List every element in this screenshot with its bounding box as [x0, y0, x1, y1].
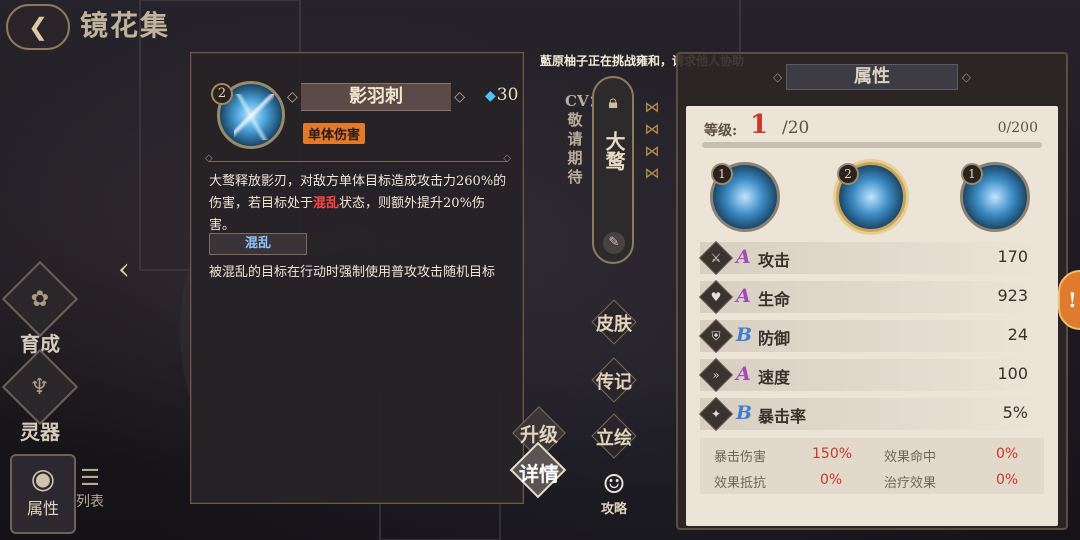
attributes-content: 等级: 1 /20 0/200 1 2 1 ⚔ A 攻击 170 ♥ A 生命 … — [686, 106, 1058, 526]
stat-name: 防御 — [758, 329, 791, 348]
sub-stat-name: 效果抵抗 — [714, 476, 767, 491]
stat-grade: B — [736, 402, 753, 424]
skill-slot-level: 1 — [961, 163, 983, 185]
status-effect-tag: 混乱 — [209, 233, 307, 255]
stat-grade: A — [736, 246, 751, 268]
skill-type-tag: 单体伤害 — [303, 123, 366, 144]
sub-stat-name: 效果命中 — [884, 450, 937, 465]
gem-icon: ◆ — [485, 88, 496, 104]
nav-label-attributes: 属性 — [26, 499, 59, 518]
sub-stat-value: 150% — [812, 446, 853, 462]
illustration-button[interactable]: 立绘 — [591, 413, 637, 459]
biography-label: 传记 — [596, 372, 632, 393]
side-event-icon[interactable]: ! — [1058, 270, 1080, 330]
stat-value: 24 — [1007, 325, 1028, 344]
list-button[interactable]: ☰ 列表 — [70, 466, 110, 526]
crit-icon: ✦ — [699, 397, 733, 431]
skill-desc-highlight: 混乱 — [313, 196, 340, 211]
brush-icon[interactable]: ✎ — [603, 232, 625, 254]
prev-character-arrow[interactable]: ‹ — [118, 252, 130, 287]
illustration-label: 立绘 — [596, 428, 632, 449]
page-title: 镜花集 — [80, 9, 171, 42]
popup-divider — [205, 153, 511, 164]
stat-grade: B — [736, 324, 753, 346]
stat-grade: A — [736, 363, 751, 385]
stat-row-defense: ⛨ B 防御 24 — [699, 319, 1044, 353]
skill-detail-popup: 2 影羽刺 ◆30 单体伤害 大鹜释放影刃，对敌方单体目标造成攻击力260%的伤… — [190, 52, 524, 504]
stat-value: 100 — [997, 364, 1028, 383]
stat-value: 170 — [997, 247, 1028, 266]
skin-button[interactable]: 皮肤 — [591, 299, 637, 345]
stat-row-crit-rate: ✦ B 暴击率 5% — [699, 397, 1044, 431]
level-max: /20 — [782, 118, 810, 138]
skill-cost: ◆30 — [485, 85, 518, 105]
shield-icon: ⛨ — [699, 319, 733, 353]
attributes-header: 属性 — [773, 64, 971, 90]
detail-label: 详情 — [519, 462, 559, 486]
exp-value: 0/200 — [997, 120, 1038, 136]
mascot-icon: ☺ — [602, 470, 626, 500]
list-icon: ☰ — [80, 466, 100, 491]
stat-row-hp: ♥ A 生命 923 — [699, 280, 1044, 314]
skill-description: 大鹜释放影刃，对敌方单体目标造成攻击力260%的伤害，若目标处于混乱状态，则额外… — [209, 171, 509, 237]
skill-slot-3[interactable]: 1 — [960, 162, 1030, 232]
stat-value: 5% — [1002, 403, 1028, 422]
guide-label: 攻略 — [600, 502, 627, 517]
sub-stats: 暴击伤害 150% 效果命中 0% 效果抵抗 0% 治疗效果 0% — [700, 438, 1044, 494]
character-name: 大鹜 — [602, 131, 626, 171]
sub-stat-value: 0% — [996, 472, 1019, 488]
eye-icon: ◉ — [30, 462, 56, 495]
level-label: 等级: — [704, 123, 738, 139]
stat-row-attack: ⚔ A 攻击 170 — [699, 241, 1044, 275]
cv-text: CV：敬请期待 — [565, 92, 604, 186]
sub-stat-value: 0% — [820, 472, 843, 488]
character-name-panel: 🔒︎ 大鹜 ✎ — [592, 76, 634, 264]
back-button[interactable]: ❮ — [6, 4, 70, 50]
speed-icon: » — [699, 358, 733, 392]
status-effect-description: 被混乱的目标在行动时强制使用普攻攻击随机目标 — [209, 265, 496, 280]
stat-grade: A — [736, 285, 751, 307]
stat-name: 生命 — [758, 290, 791, 309]
skill-cost-value: 30 — [496, 85, 519, 105]
skill-name: 影羽刺 — [287, 83, 465, 111]
stat-name: 攻击 — [758, 251, 791, 270]
exp-bar — [702, 142, 1042, 148]
attack-icon: ⚔ — [699, 241, 733, 275]
stat-row-speed: » A 速度 100 — [699, 358, 1044, 392]
skill-level-badge: 2 — [211, 83, 233, 105]
guide-button[interactable]: ☺ 攻略 — [594, 470, 634, 517]
relic-icon: ♆ — [1, 348, 79, 426]
sub-stat-value: 0% — [996, 446, 1019, 462]
skill-slot-2[interactable]: 2 — [836, 162, 906, 232]
stat-value: 923 — [997, 286, 1028, 305]
heart-icon: ♥ — [699, 280, 733, 314]
stat-name: 暴击率 — [758, 407, 807, 426]
nav-item-relic[interactable]: ♆ 灵器 — [1, 348, 79, 444]
list-label: 列表 — [76, 494, 104, 510]
lock-icon[interactable]: 🔒︎ — [594, 92, 632, 113]
flower-icon: ✿ — [1, 260, 79, 338]
nav-item-attributes[interactable]: ◉ 属性 — [10, 454, 76, 534]
biography-button[interactable]: 传记 — [591, 357, 637, 403]
attributes-panel: 属性 等级: 1 /20 0/200 1 2 1 ⚔ A 攻击 170 ♥ A … — [676, 52, 1068, 530]
skill-slot-level: 1 — [711, 163, 733, 185]
butterfly-decoration-icon: ⋈ ⋈ ⋈ ⋈ — [644, 98, 660, 182]
detail-button[interactable]: 详情 — [509, 441, 568, 499]
sub-stat-name: 治疗效果 — [884, 476, 937, 491]
sub-stat-name: 暴击伤害 — [714, 450, 767, 465]
skin-label: 皮肤 — [596, 314, 632, 335]
stat-name: 速度 — [758, 368, 791, 387]
skill-slot-1[interactable]: 1 — [710, 162, 780, 232]
back-arrow-icon: ❮ — [27, 13, 49, 41]
skill-slot-level: 2 — [837, 163, 859, 185]
level-value: 1 — [750, 110, 769, 140]
nav-item-training[interactable]: ✿ 育成 — [1, 260, 79, 356]
